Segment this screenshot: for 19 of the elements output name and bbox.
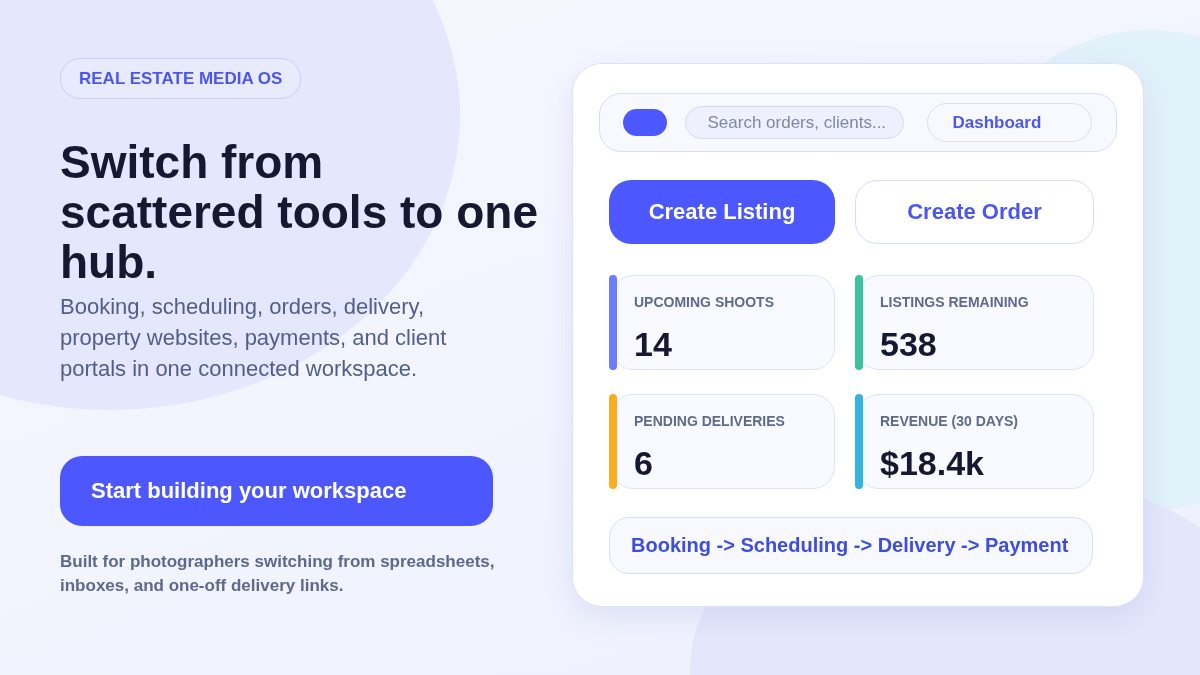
workflow-text: Booking -> Scheduling -> Delivery -> Payment: [631, 534, 1069, 557]
metric-label: REVENUE (30 DAYS): [880, 413, 1018, 429]
metric-label: PENDING DELIVERIES: [634, 413, 785, 429]
description: Booking, scheduling, orders, delivery, property websites, payments, and client portals in one connected workspace.: [60, 293, 448, 383]
metric-value: 14: [634, 326, 672, 362]
cta-button[interactable]: Start building your workspace: [60, 456, 493, 526]
search-field[interactable]: Search orders, clients...: [684, 106, 904, 139]
primary-button[interactable]: Create Listing: [609, 180, 835, 244]
category-badge: REAL ESTATE MEDIA OS: [60, 58, 302, 99]
footnote: Built for photographers switching from spreadsheets, inboxes, and one-off delivery links.: [60, 551, 496, 597]
metric-label: UPCOMING SHOOTS: [634, 294, 774, 310]
metric-value: 538: [880, 326, 937, 362]
metric-label: LISTINGS REMAINING: [880, 294, 1029, 310]
logo-icon: [623, 109, 667, 136]
metric-value: $18.4k: [880, 445, 984, 481]
secondary-button[interactable]: Create Order: [855, 180, 1094, 244]
dashboard-button[interactable]: Dashboard: [926, 103, 1092, 142]
metric-value: 6: [634, 445, 653, 481]
headline: Switch from scattered tools to one hub.: [60, 137, 539, 287]
